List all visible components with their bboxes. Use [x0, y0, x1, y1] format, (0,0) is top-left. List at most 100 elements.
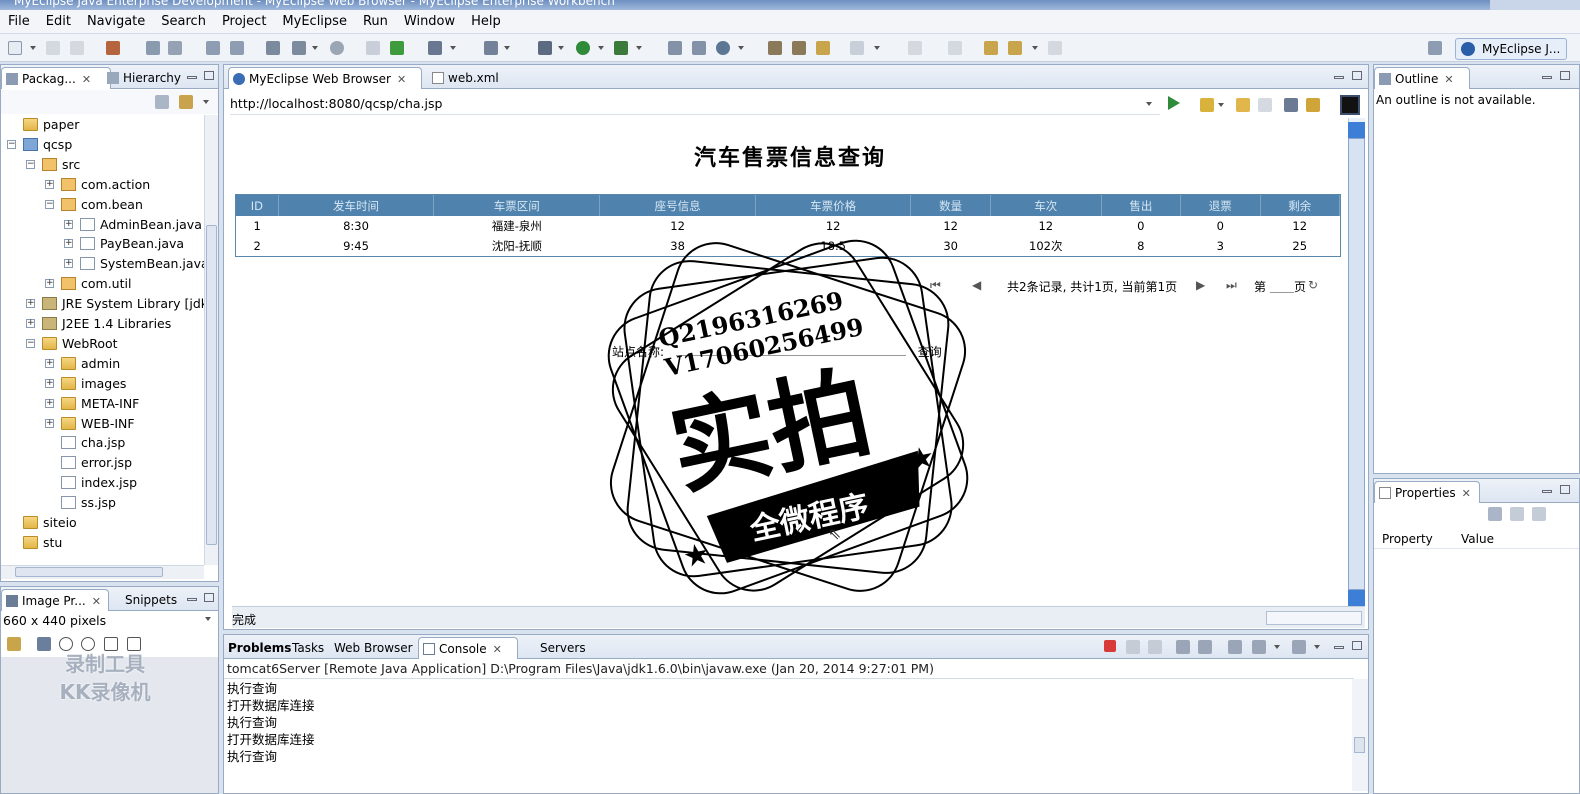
- tab-hierarchy[interactable]: Hierarchy: [103, 67, 187, 89]
- fit-icon[interactable]: [127, 637, 141, 651]
- url-bar[interactable]: [230, 93, 1160, 115]
- close-icon[interactable]: ✕: [1462, 487, 1471, 500]
- zoom-out-icon[interactable]: [59, 637, 73, 651]
- forward-icon[interactable]: [1008, 41, 1022, 55]
- open-type-icon[interactable]: [668, 41, 682, 55]
- expand-toggle-icon[interactable]: −: [26, 338, 35, 348]
- link-icon[interactable]: [230, 41, 244, 55]
- server-icon[interactable]: [168, 41, 182, 55]
- scroll-down-button[interactable]: [1348, 590, 1365, 606]
- maximize-icon[interactable]: [1352, 71, 1362, 80]
- menu-search[interactable]: Search: [153, 14, 214, 29]
- tab-snippets[interactable]: Snippets: [105, 589, 183, 611]
- search-button[interactable]: 查询: [918, 345, 942, 359]
- new-icon[interactable]: [8, 41, 22, 55]
- tab-package-explorer[interactable]: Packag... ✕: [1, 67, 111, 89]
- expand-toggle-icon[interactable]: −: [26, 159, 35, 169]
- view-menu-icon[interactable]: [205, 617, 211, 621]
- gear-icon[interactable]: [146, 41, 160, 55]
- tab-properties[interactable]: Properties ✕: [1374, 481, 1480, 503]
- next-page-icon[interactable]: ▶: [1196, 278, 1205, 292]
- close-icon[interactable]: ✕: [92, 595, 101, 608]
- tab-image-preview[interactable]: Image Pr... ✕: [1, 589, 109, 611]
- menu-edit[interactable]: Edit: [38, 14, 79, 29]
- station-input[interactable]: [675, 355, 906, 356]
- minimize-icon[interactable]: [187, 598, 197, 601]
- restore-default-icon[interactable]: [1532, 507, 1546, 521]
- chevron-down-icon[interactable]: [504, 46, 510, 50]
- open-perspective-icon[interactable]: [1428, 41, 1442, 55]
- expand-toggle-icon[interactable]: +: [45, 358, 54, 368]
- maximize-icon[interactable]: [204, 71, 214, 80]
- chevron-down-icon[interactable]: [738, 46, 744, 50]
- chevron-down-icon[interactable]: [1274, 645, 1280, 649]
- chevron-down-icon[interactable]: [312, 46, 318, 50]
- categories-icon[interactable]: [1488, 507, 1502, 521]
- expand-toggle-icon[interactable]: +: [64, 239, 73, 249]
- expand-toggle-icon[interactable]: −: [7, 139, 16, 149]
- expand-toggle-icon[interactable]: +: [45, 398, 54, 408]
- tab-servers[interactable]: Servers: [520, 637, 592, 659]
- menu-myeclipse[interactable]: MyEclipse: [274, 14, 355, 29]
- debug-icon[interactable]: [538, 41, 552, 55]
- scroll-up-button[interactable]: [1348, 122, 1365, 138]
- chevron-down-icon[interactable]: [30, 46, 36, 50]
- pencil-icon[interactable]: [792, 41, 806, 55]
- chevron-down-icon[interactable]: [874, 46, 880, 50]
- save-icon[interactable]: [46, 41, 60, 55]
- search-icon[interactable]: [716, 41, 730, 55]
- minimize-icon[interactable]: [1542, 490, 1552, 493]
- chevron-down-icon[interactable]: [598, 46, 604, 50]
- tab-web-browser-view[interactable]: Web Browser: [330, 637, 419, 659]
- maximize-icon[interactable]: [1352, 641, 1362, 650]
- link-icon[interactable]: [206, 41, 220, 55]
- filter-icon[interactable]: [1510, 507, 1524, 521]
- actual-size-icon[interactable]: [104, 637, 118, 651]
- deploy-icon[interactable]: [106, 41, 120, 55]
- minimize-icon[interactable]: [1334, 76, 1344, 79]
- open-task-icon[interactable]: [692, 41, 706, 55]
- tab-web-browser[interactable]: MyEclipse Web Browser ✕: [228, 67, 422, 89]
- page-icon[interactable]: [292, 41, 306, 55]
- open-console-icon[interactable]: [1292, 640, 1306, 654]
- collapse-all-icon[interactable]: [155, 95, 169, 109]
- refresh-icon[interactable]: [390, 41, 404, 55]
- minimize-icon[interactable]: [1542, 76, 1552, 79]
- image-icon[interactable]: [37, 637, 51, 651]
- display-console-icon[interactable]: [1252, 640, 1266, 654]
- last-page-icon[interactable]: ⏭: [1226, 278, 1237, 293]
- url-input[interactable]: [230, 93, 1130, 111]
- scroll-thumb[interactable]: [1348, 138, 1365, 590]
- expand-toggle-icon[interactable]: +: [26, 299, 35, 309]
- clear-console-icon[interactable]: [1176, 640, 1190, 654]
- expand-toggle-icon[interactable]: +: [64, 259, 73, 269]
- expand-toggle-icon[interactable]: +: [45, 179, 54, 189]
- tab-console[interactable]: Console ✕: [418, 637, 518, 659]
- new-window-icon[interactable]: [484, 41, 498, 55]
- first-page-icon[interactable]: ⏮: [930, 278, 941, 293]
- expand-toggle-icon[interactable]: +: [26, 319, 35, 328]
- terminate-icon[interactable]: [1104, 640, 1116, 652]
- maximize-icon[interactable]: [1560, 71, 1570, 80]
- perspective-switcher[interactable]: MyEclipse J...: [1455, 38, 1567, 60]
- scroll-thumb[interactable]: [206, 225, 217, 545]
- go-icon[interactable]: ↻: [1308, 278, 1318, 292]
- expand-toggle-icon[interactable]: +: [45, 418, 54, 428]
- console-vscrollbar[interactable]: [1352, 679, 1368, 791]
- expand-toggle-icon[interactable]: −: [45, 199, 54, 209]
- browser-icon[interactable]: [266, 41, 280, 55]
- menu-help[interactable]: Help: [463, 14, 509, 29]
- close-icon[interactable]: ✕: [397, 73, 406, 86]
- go-icon[interactable]: [1168, 96, 1180, 110]
- pin-icon[interactable]: [7, 637, 21, 651]
- chevron-down-icon[interactable]: [636, 46, 642, 50]
- url-history-dropdown[interactable]: [1146, 102, 1152, 106]
- expand-toggle-icon[interactable]: +: [64, 219, 73, 229]
- menu-window[interactable]: Window: [396, 14, 463, 29]
- chevron-down-icon[interactable]: [1032, 46, 1038, 50]
- close-icon[interactable]: ✕: [82, 73, 91, 86]
- chevron-down-icon[interactable]: [558, 46, 564, 50]
- folder-icon[interactable]: [816, 41, 830, 55]
- run-external-icon[interactable]: [614, 41, 628, 55]
- run-icon[interactable]: [576, 41, 590, 55]
